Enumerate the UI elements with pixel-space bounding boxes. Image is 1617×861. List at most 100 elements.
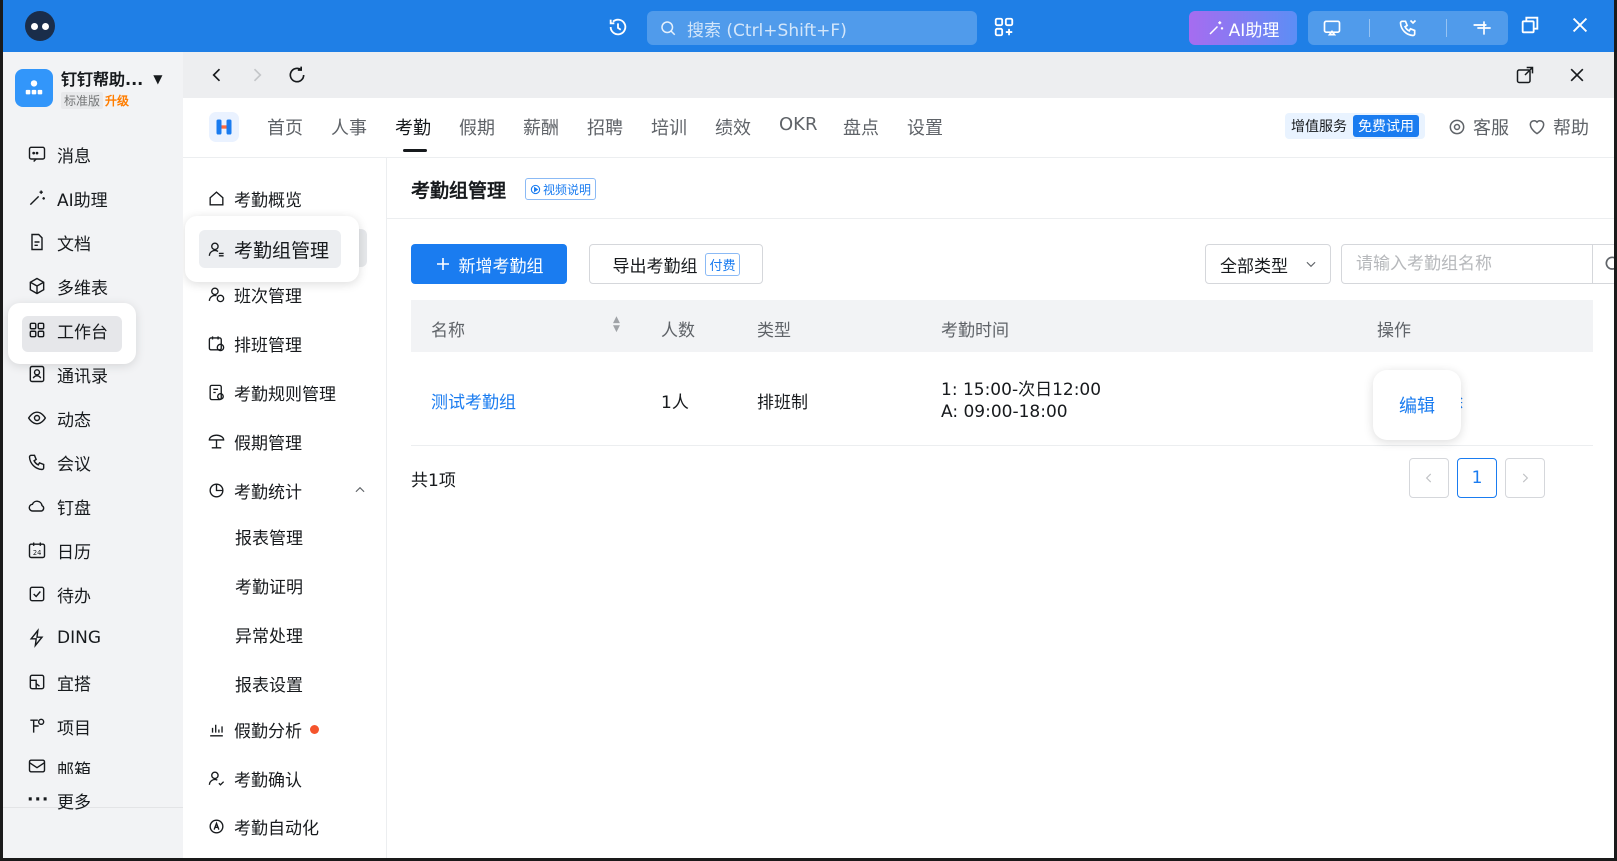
subnav-report-management[interactable]: 报表管理 xyxy=(235,524,303,549)
tab-salary[interactable]: 薪酬 xyxy=(523,114,559,140)
rail-item-workbench[interactable]: 工作台 xyxy=(27,318,108,343)
cube-table-icon xyxy=(29,277,45,295)
restore-icon[interactable] xyxy=(1519,14,1541,36)
svg-text:24: 24 xyxy=(33,549,41,557)
tab-okr[interactable]: OKR xyxy=(779,114,817,135)
value-added-service[interactable]: 增值服务 免费试用 xyxy=(1285,113,1425,139)
play-circle-icon xyxy=(530,184,541,194)
tab-holiday[interactable]: 假期 xyxy=(459,114,495,140)
rail-item-label: 更多 xyxy=(57,792,91,813)
automation-icon xyxy=(209,818,224,834)
subnav-label: 假期管理 xyxy=(234,433,302,454)
rail-item-docs[interactable]: 文档 xyxy=(27,230,91,255)
rail-item-more[interactable]: ··· 更多 xyxy=(27,788,91,813)
edit-highlight: 编辑 xyxy=(1373,370,1461,440)
rail-item-mail[interactable]: 邮箱 xyxy=(27,756,91,774)
contacts-icon xyxy=(29,365,45,383)
upgrade-link[interactable]: 升级 xyxy=(105,92,129,109)
subnav-statistics[interactable]: 考勤统计 xyxy=(207,478,367,503)
subnav-overview[interactable]: 考勤概览 xyxy=(207,186,302,211)
rail-item-project[interactable]: 项目 xyxy=(27,714,91,739)
tab-settings[interactable]: 设置 xyxy=(907,114,943,140)
subnav-group-management[interactable]: 考勤组管理 xyxy=(207,237,330,262)
rail-item-label: 会议 xyxy=(57,454,91,475)
close-icon[interactable] xyxy=(1569,14,1591,36)
chevron-up-icon[interactable] xyxy=(353,483,367,497)
grid-icon xyxy=(29,322,45,338)
type-filter-select[interactable]: 全部类型 xyxy=(1205,244,1331,284)
global-search-box[interactable]: 搜索 (Ctrl+Shift+F) xyxy=(647,11,977,45)
form-icon xyxy=(29,674,45,690)
sort-icon[interactable]: ▲ ▼ xyxy=(613,316,620,334)
module-logo-icon[interactable] xyxy=(209,112,239,142)
minimize-icon[interactable] xyxy=(1469,14,1491,36)
add-attendance-group-button[interactable]: 新增考勤组 xyxy=(411,244,567,284)
new-badge-dot xyxy=(310,724,319,734)
group-search-button[interactable] xyxy=(1592,244,1614,284)
tab-training[interactable]: 培训 xyxy=(651,114,687,140)
subnav-automation[interactable]: 考勤自动化 xyxy=(207,814,319,839)
video-guide-link[interactable]: 视频说明 xyxy=(525,178,597,200)
pie-chart-icon xyxy=(209,482,224,498)
plus-icon xyxy=(436,258,449,270)
subnav-label: 班次管理 xyxy=(234,286,302,307)
dingtalk-logo-icon[interactable] xyxy=(25,11,55,41)
ai-assistant-label: AI助理 xyxy=(1228,20,1280,41)
page-number-button[interactable]: 1 xyxy=(1457,458,1497,498)
chevron-down-icon xyxy=(1306,261,1316,268)
subnav-leave-analysis[interactable]: 假勤分析 xyxy=(207,717,319,742)
call-icon[interactable] xyxy=(1398,18,1418,38)
rail-item-drive[interactable]: 钉盘 xyxy=(27,494,91,519)
rail-item-ding[interactable]: DING xyxy=(27,626,101,650)
rail-item-messages[interactable]: 消息 xyxy=(27,142,91,167)
subnav-confirmation[interactable]: 考勤确认 xyxy=(207,766,302,791)
ai-assistant-button[interactable]: AI助理 xyxy=(1189,11,1297,45)
export-attendance-group-button[interactable]: 导出考勤组 付费 xyxy=(589,244,763,284)
edit-link[interactable]: 编辑 xyxy=(1399,392,1435,418)
rail-item-meeting[interactable]: 会议 xyxy=(27,450,91,475)
column-header-name: 名称 xyxy=(431,321,465,341)
shift-icon xyxy=(208,286,225,302)
org-switcher[interactable]: 钉钉帮助... 标准版 升级 ▼ xyxy=(15,66,162,109)
tab-recruit[interactable]: 招聘 xyxy=(587,114,623,140)
tab-hr[interactable]: 人事 xyxy=(331,114,367,140)
customer-service-button[interactable]: 客服 xyxy=(1447,114,1509,140)
rail-item-contacts[interactable]: 通讯录 xyxy=(27,362,108,387)
back-icon[interactable] xyxy=(207,65,227,85)
rail-item-calendar[interactable]: 24 日历 xyxy=(27,538,91,563)
rail-item-moments[interactable]: 动态 xyxy=(27,406,91,431)
next-page-button[interactable] xyxy=(1505,458,1545,498)
refresh-icon[interactable] xyxy=(287,65,307,85)
subnav-exception-handling[interactable]: 异常处理 xyxy=(235,622,303,647)
subnav-label: 考勤组管理 xyxy=(234,239,330,262)
group-search-input[interactable] xyxy=(1341,244,1593,284)
rail-item-label: 待办 xyxy=(57,586,91,607)
subnav-report-settings[interactable]: 报表设置 xyxy=(235,671,303,696)
phone-icon xyxy=(28,454,45,471)
apps-grid-icon[interactable] xyxy=(993,16,1015,38)
subnav-attendance-proof[interactable]: 考勤证明 xyxy=(235,573,303,598)
screen-cast-icon[interactable] xyxy=(1322,18,1342,38)
subnav-rules[interactable]: 考勤规则管理 xyxy=(207,380,336,405)
tab-inventory[interactable]: 盘点 xyxy=(843,114,879,140)
history-icon[interactable] xyxy=(607,16,629,38)
rules-icon xyxy=(209,384,224,400)
rail-item-ai[interactable]: AI助理 xyxy=(27,186,108,211)
caret-down-icon[interactable]: ▼ xyxy=(153,72,162,86)
prev-page-button[interactable] xyxy=(1409,458,1449,498)
rail-item-yida[interactable]: 宜搭 xyxy=(27,670,91,695)
subnav-holiday[interactable]: 假期管理 xyxy=(207,429,302,454)
subnav-shift[interactable]: 班次管理 xyxy=(207,282,302,307)
rail-item-todo[interactable]: 待办 xyxy=(27,582,91,607)
table-row: 测试考勤组 1人 排班制 1: 15:00-次日12:00 A: 09:00-1… xyxy=(411,352,1593,446)
forward-icon[interactable] xyxy=(247,65,267,85)
tab-performance[interactable]: 绩效 xyxy=(715,114,751,140)
group-name-link[interactable]: 测试考勤组 xyxy=(431,388,516,413)
close-panel-icon[interactable] xyxy=(1567,65,1587,85)
subnav-schedule[interactable]: 排班管理 xyxy=(207,331,302,356)
help-button[interactable]: 帮助 xyxy=(1527,114,1589,140)
rail-item-multitable[interactable]: 多维表 xyxy=(27,274,108,299)
tab-home[interactable]: 首页 xyxy=(267,114,303,140)
tab-attendance[interactable]: 考勤 xyxy=(395,114,431,140)
open-external-icon[interactable] xyxy=(1515,65,1535,85)
